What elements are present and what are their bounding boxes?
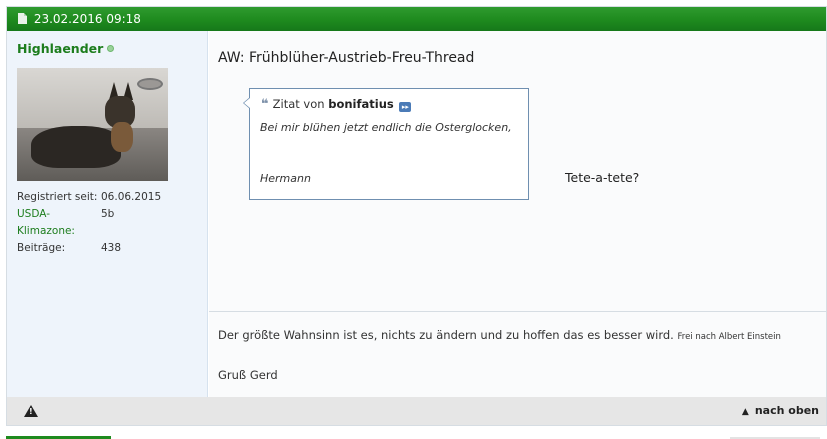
user-info: Registriert seit: 06.06.2015 USDA-Klimaz… (17, 189, 161, 257)
signature-quote-text: Der größte Wahnsinn ist es, nichts zu än… (218, 328, 674, 342)
signature-greeting: Gruß Gerd (218, 368, 278, 382)
reply-text: Tete-a-tete? (565, 170, 640, 185)
quote-prefix: Zitat von (272, 97, 325, 111)
post-header: 23.02.2016 09:18 (7, 7, 826, 31)
forum-post: 23.02.2016 09:18 Highlaender Registriert… (6, 6, 827, 426)
quote-author: bonifatius (328, 97, 394, 111)
username-row: Highlaender (17, 41, 115, 56)
view-post-icon[interactable]: ▸▸ (399, 102, 412, 112)
avatar[interactable] (17, 68, 168, 181)
posts-value: 438 (101, 242, 122, 254)
signature-quote-source: Frei nach Albert Einstein (677, 332, 781, 342)
registered-value: 06.06.2015 (101, 191, 162, 203)
user-info-row-posts: Beiträge: 438 (17, 240, 161, 257)
signature-quote: Der größte Wahnsinn ist es, nichts zu än… (218, 328, 781, 342)
post-timestamp: 23.02.2016 09:18 (33, 12, 141, 26)
post-title: AW: Frühblüher-Austrieb-Freu-Thread (218, 50, 475, 66)
document-icon (18, 13, 27, 24)
quote-icon: ❝ (261, 97, 269, 112)
post-footer: ▲ nach oben (7, 397, 826, 425)
username-link[interactable]: Highlaender (17, 41, 103, 56)
back-to-top-label: nach oben (754, 404, 819, 417)
report-warning-icon[interactable] (24, 405, 38, 417)
user-info-row-registered: Registriert seit: 06.06.2015 (17, 189, 161, 206)
user-signature: Der größte Wahnsinn ist es, nichts zu än… (209, 311, 826, 382)
registered-label: Registriert seit: (17, 191, 98, 203)
climate-zone-value: 5b (101, 208, 115, 220)
quote-signature: Hermann (260, 172, 311, 185)
up-arrow-icon: ▲ (741, 407, 749, 417)
posts-label: Beiträge: (17, 242, 66, 254)
quote-box: ❝ Zitat von bonifatius ▸▸ Bei mir blühen … (243, 88, 529, 200)
quote-header: ❝ Zitat von bonifatius ▸▸ (261, 97, 412, 112)
user-info-row-zone: USDA-Klimazone: 5b (17, 206, 161, 240)
user-sidebar: Highlaender Registriert seit: 06.06.2015… (7, 31, 208, 397)
post-content: AW: Frühblüher-Austrieb-Freu-Thread ❝ Zit… (209, 31, 826, 397)
avatar-dog-body (31, 126, 121, 168)
back-to-top-link[interactable]: ▲ nach oben (742, 404, 819, 417)
avatar-bowl (137, 78, 163, 90)
quote-text: Bei mir blühen jetzt endlich die Ostergl… (260, 121, 512, 134)
avatar-dog-chest (111, 122, 133, 152)
online-status-icon (107, 45, 115, 52)
climate-zone-label[interactable]: USDA-Klimazone: (17, 206, 101, 240)
